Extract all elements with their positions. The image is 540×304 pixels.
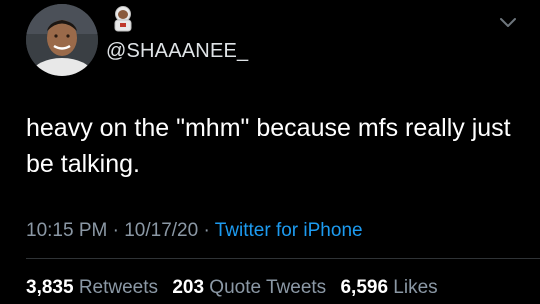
divider (26, 258, 540, 259)
retweets-stat[interactable]: 3,835 Retweets (26, 277, 158, 299)
likes-label: Likes (393, 277, 438, 298)
profile-photo-icon (26, 4, 98, 76)
avatar[interactable] (26, 4, 98, 76)
astronaut-emoji-icon (112, 6, 134, 32)
quote-tweets-label: Quote Tweets (209, 277, 327, 298)
tweet-source-link[interactable]: Twitter for iPhone (215, 220, 363, 241)
engagement-stats: 3,835 Retweets 203 Quote Tweets 6,596 Li… (26, 277, 447, 299)
tweet-text: heavy on the "mhm" because mfs really ju… (26, 114, 511, 178)
likes-stat[interactable]: 6,596 Likes (340, 277, 437, 299)
tweet-card: @SHAAANEE_ heavy on the "mhm" because mf… (0, 0, 540, 304)
retweets-count: 3,835 (26, 277, 74, 298)
likes-count: 6,596 (340, 277, 389, 298)
chevron-down-icon[interactable] (498, 16, 518, 30)
user-handle[interactable]: @SHAAANEE_ (106, 40, 248, 63)
meta-separator: · (112, 220, 119, 241)
retweets-label: Retweets (78, 277, 159, 298)
tweet-date[interactable]: 10/17/20 (124, 220, 198, 241)
tweet-time[interactable]: 10:15 PM (26, 220, 107, 241)
meta-separator: · (203, 220, 210, 241)
quote-tweets-count: 203 (172, 277, 205, 298)
tweet-metadata: 10:15 PM · 10/17/20 · Twitter for iPhone (26, 220, 363, 242)
quote-tweets-stat[interactable]: 203 Quote Tweets (172, 277, 326, 299)
